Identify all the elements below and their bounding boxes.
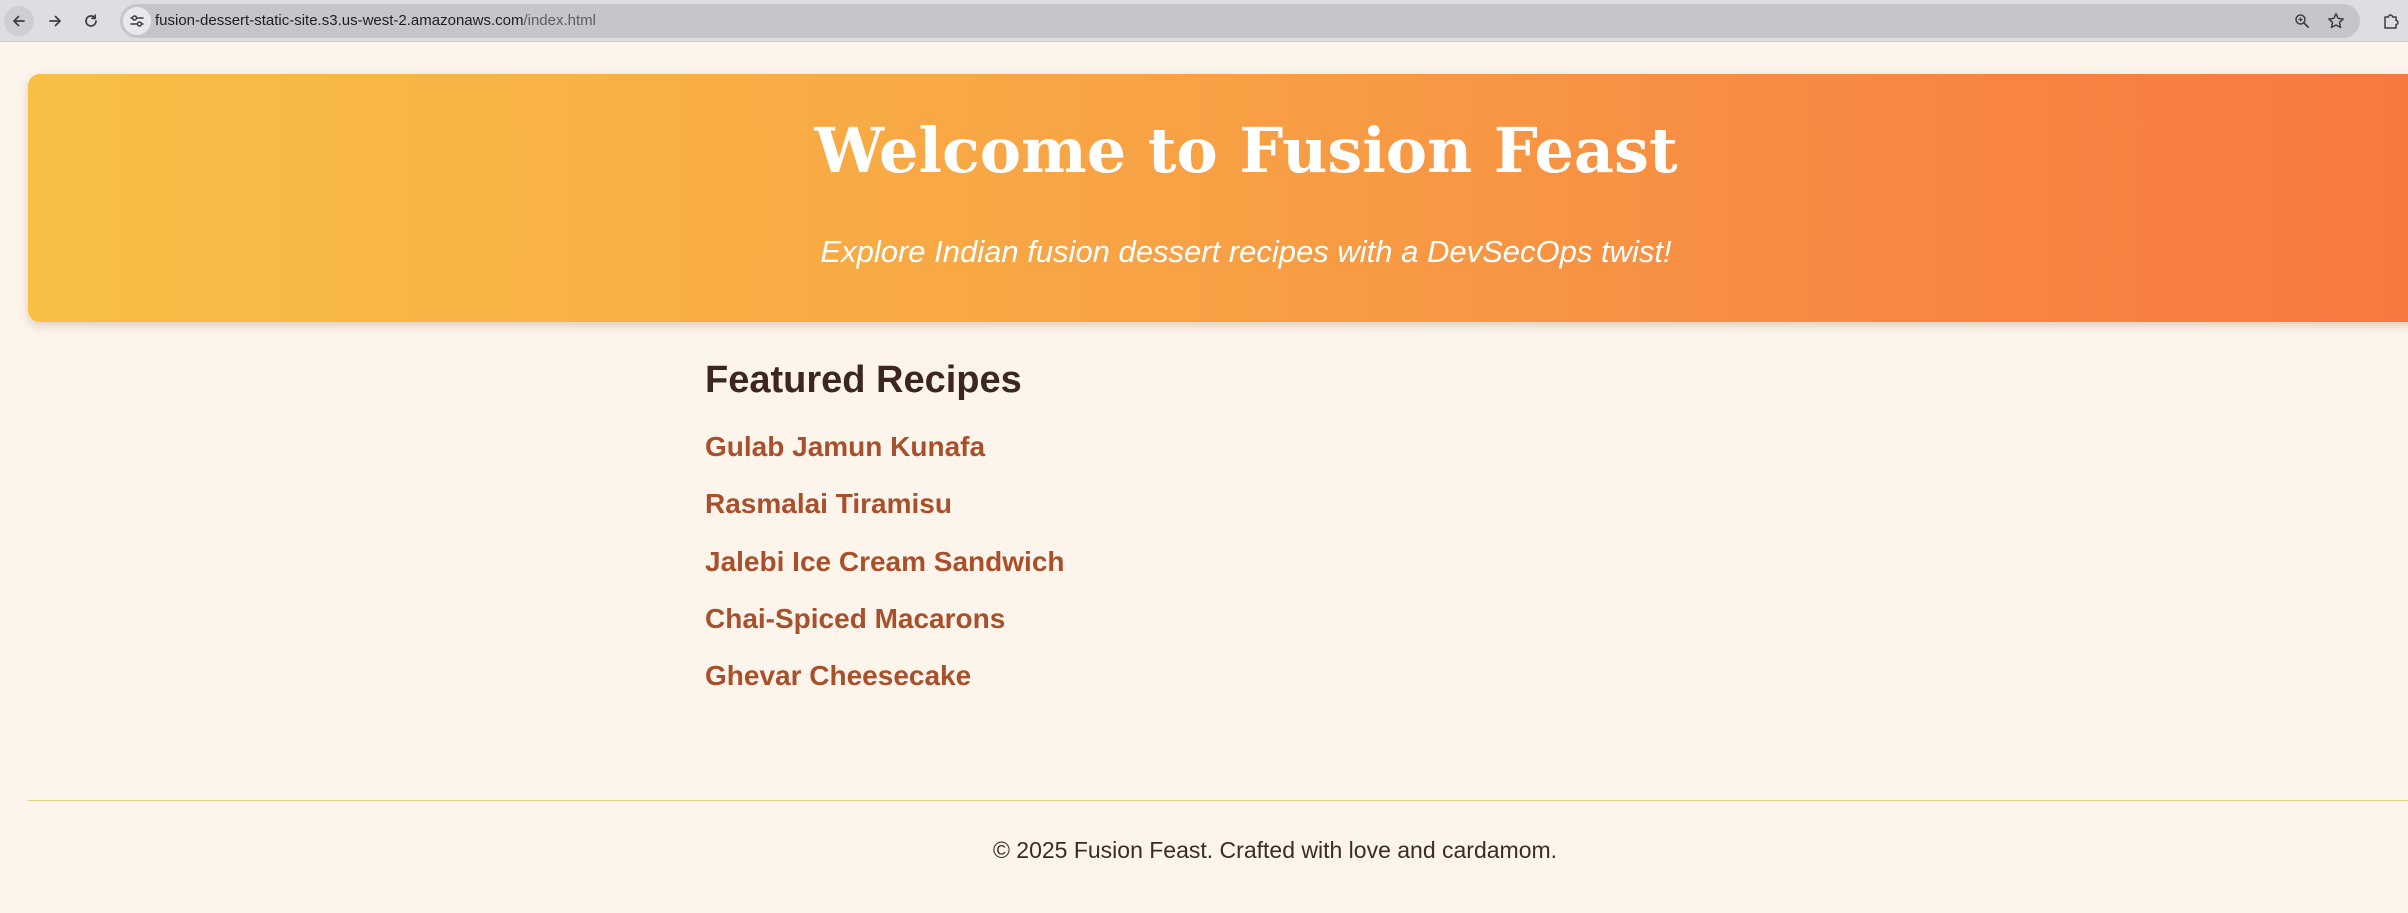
footer-divider xyxy=(28,800,2408,801)
footer-copyright: © 2025 Fusion Feast. Crafted with love a… xyxy=(992,837,1558,863)
hero-banner xyxy=(28,74,2408,322)
zoom-icon xyxy=(2295,14,2309,28)
extensions-button[interactable] xyxy=(2380,10,2402,32)
site-settings-icon xyxy=(130,15,144,27)
forward-button[interactable] xyxy=(40,6,70,36)
url-host: fusion-dessert-static-site.s3.us-west-2.… xyxy=(155,12,524,29)
star-icon xyxy=(2328,13,2344,29)
page-subtitle: Explore Indian fusion dessert recipes wi… xyxy=(820,234,1672,269)
section-heading: Featured Recipes xyxy=(705,359,1022,401)
recipe-list: Gulab Jamun Kunafa Rasmalai Tiramisu Jal… xyxy=(705,430,1065,716)
featured-recipes-section: Featured Recipes Gulab Jamun Kunafa Rasm… xyxy=(705,358,1605,691)
recipe-link[interactable]: Rasmalai Tiramisu xyxy=(705,487,1065,544)
recipe-link[interactable]: Ghevar Cheesecake xyxy=(705,659,1065,716)
back-arrow-icon xyxy=(13,15,25,27)
url-text[interactable]: fusion-dessert-static-site.s3.us-west-2.… xyxy=(155,4,596,38)
bookmark-button[interactable] xyxy=(2326,11,2346,31)
site-info-button[interactable] xyxy=(123,7,151,35)
reload-icon xyxy=(85,14,97,27)
back-button[interactable] xyxy=(4,6,34,36)
zoom-button[interactable] xyxy=(2292,11,2312,31)
forward-arrow-icon xyxy=(49,15,61,27)
recipe-link[interactable]: Gulab Jamun Kunafa xyxy=(705,430,1065,487)
url-path: /index.html xyxy=(523,12,597,29)
recipe-link[interactable]: Chai-Spiced Macarons xyxy=(705,602,1065,659)
extensions-icon xyxy=(2384,14,2399,29)
address-bar[interactable]: fusion-dessert-static-site.s3.us-west-2.… xyxy=(120,4,2360,38)
page-title: Welcome to Fusion Feast xyxy=(814,114,1678,187)
reload-button[interactable] xyxy=(76,6,106,36)
browser-toolbar: fusion-dessert-static-site.s3.us-west-2.… xyxy=(0,0,2408,42)
recipe-link[interactable]: Jalebi Ice Cream Sandwich xyxy=(705,545,1065,602)
